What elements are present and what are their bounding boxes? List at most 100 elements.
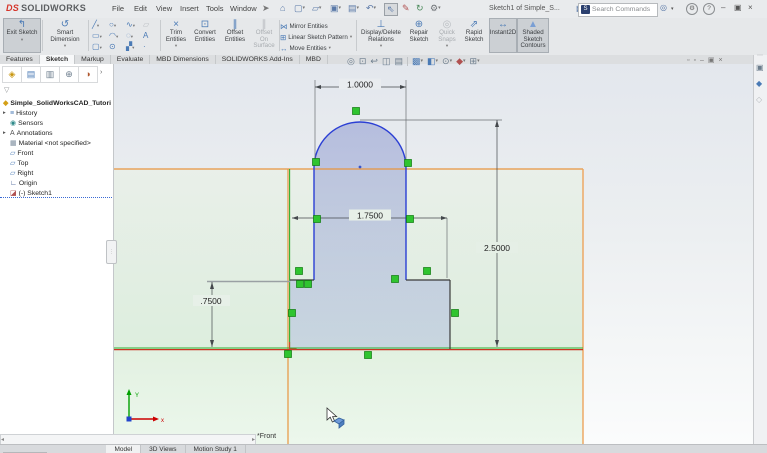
relation-marker[interactable]: [305, 281, 312, 288]
tree-item-top-plane[interactable]: ▱ Top: [3, 158, 118, 168]
view-orientation-cube-icon[interactable]: ▩▾: [412, 56, 423, 67]
home-icon[interactable]: ⌂: [280, 3, 285, 13]
display-delete-relations-button[interactable]: ⊥ Display/Delete Relations▾: [359, 19, 403, 52]
dim-value-right-height[interactable]: 2.5000: [484, 243, 510, 253]
search-caret-icon[interactable]: ▾: [671, 6, 674, 12]
edit-appearance-icon[interactable]: ◆▾: [456, 56, 465, 67]
spline-tool-icon[interactable]: ∿▾: [126, 20, 135, 30]
slot-tool-icon[interactable]: ▢▾: [92, 42, 102, 52]
tree-item-front-plane[interactable]: ▱ Front: [3, 148, 118, 158]
graphics-area[interactable]: 1.0000 2.5000 1.7500: [113, 64, 753, 444]
bottom-tab-motion-study[interactable]: Motion Study 1: [186, 445, 246, 453]
polygon-tool-icon[interactable]: ⊙: [109, 42, 116, 52]
relation-marker[interactable]: [313, 159, 320, 166]
menu-tools[interactable]: Tools: [206, 4, 224, 13]
display-style-icon[interactable]: ◧▾: [427, 56, 438, 67]
expander-icon[interactable]: ▸: [3, 110, 8, 116]
previous-view-icon[interactable]: ↩: [370, 56, 378, 67]
tree-item-right-plane[interactable]: ▱ Right: [3, 168, 118, 178]
tab-features[interactable]: Features: [0, 55, 40, 64]
menu-view[interactable]: View: [156, 4, 172, 13]
restore-button[interactable]: ▣: [734, 3, 742, 12]
search-magnifier-icon[interactable]: ◎: [660, 3, 667, 12]
doc-close-icon[interactable]: ×: [719, 57, 727, 64]
tree-item-annotations[interactable]: ▸ A Annotations: [3, 128, 111, 138]
linear-sketch-pattern-button[interactable]: ⊞ Linear Sketch Pattern▾: [280, 32, 352, 42]
smart-dimension-button[interactable]: ↺ Smart Dimension▾: [45, 19, 85, 52]
search-commands-box[interactable]: S Search Commands: [578, 3, 658, 17]
hide-show-items-icon[interactable]: ⊙▾: [442, 56, 452, 67]
relation-marker[interactable]: [353, 108, 360, 115]
circle-tool-icon[interactable]: ○▾: [109, 20, 116, 30]
doc-restore-icon[interactable]: ▣: [708, 57, 719, 64]
menu-window[interactable]: Window: [230, 4, 257, 13]
relation-marker[interactable]: [405, 160, 412, 167]
annotation-views-icon[interactable]: ▤: [394, 56, 403, 67]
pin-menu-icon[interactable]: ➤: [262, 3, 270, 14]
bottom-tab-model[interactable]: Model: [106, 445, 141, 453]
menu-file[interactable]: File: [112, 4, 124, 13]
undo-icon[interactable]: ↶▾: [366, 3, 376, 14]
custom-properties-icon[interactable]: ◆: [756, 79, 762, 88]
displaymanager-tab[interactable]: ◑: [78, 66, 98, 83]
relation-marker[interactable]: [314, 216, 321, 223]
instant2d-button[interactable]: ↔ Instant2D: [489, 18, 517, 53]
relation-marker[interactable]: [297, 281, 304, 288]
relation-marker[interactable]: [365, 352, 372, 359]
scroll-right-icon[interactable]: ▸: [252, 436, 255, 443]
point-tool-icon[interactable]: ·: [143, 42, 146, 52]
panel-expand-chevron-icon[interactable]: ›: [100, 69, 102, 76]
tree-item-material[interactable]: ▦ Material <not specified>: [3, 138, 118, 148]
tree-item-sensors[interactable]: ◉ Sensors: [3, 118, 118, 128]
help-circle-icon[interactable]: ?: [703, 3, 715, 15]
tree-item-origin[interactable]: ∟ Origin: [3, 178, 118, 188]
fillet-tool-icon[interactable]: ▞▾: [126, 42, 134, 52]
menu-edit[interactable]: Edit: [134, 4, 147, 13]
taskpane-grip-icon[interactable]: ⋯: [757, 52, 763, 59]
configurationmanager-tab[interactable]: ▥: [40, 66, 60, 83]
propertymanager-tab[interactable]: ▤: [21, 66, 41, 83]
zoom-area-icon[interactable]: ⊡: [359, 56, 367, 67]
relation-marker[interactable]: [285, 351, 292, 358]
rectangle-tool-icon[interactable]: ▭▾: [92, 31, 102, 41]
relation-marker[interactable]: [407, 216, 414, 223]
repair-sketch-button[interactable]: ⊕ Repair Sketch: [406, 19, 432, 52]
open-file-icon[interactable]: ▱▾: [312, 3, 321, 14]
save-icon[interactable]: ▣▾: [330, 3, 341, 14]
tab-sketch[interactable]: Sketch: [40, 55, 75, 64]
tab-mbd-dimensions[interactable]: MBD Dimensions: [150, 55, 216, 64]
dim-value-top-width[interactable]: 1.0000: [347, 80, 373, 90]
relation-marker[interactable]: [424, 268, 431, 275]
expander-icon[interactable]: ▸: [3, 130, 8, 136]
shaded-sketch-contours-button[interactable]: ▲ Shaded Sketch Contours: [517, 18, 549, 53]
bottom-tab-3d-views[interactable]: 3D Views: [141, 445, 185, 453]
relation-marker[interactable]: [452, 310, 459, 317]
relation-marker[interactable]: [289, 310, 296, 317]
menu-insert[interactable]: Insert: [180, 4, 199, 13]
tab-markup[interactable]: Markup: [75, 55, 111, 64]
new-file-icon[interactable]: ▢▾: [294, 3, 305, 14]
zoom-fit-icon[interactable]: ◎: [347, 56, 355, 67]
offset-entities-button[interactable]: ∥ Offset Entities: [221, 19, 249, 52]
tree-root-item[interactable]: ◆ Simple_SolidWorksCAD_Tutorial_Sketchi: [3, 98, 111, 108]
tab-mbd[interactable]: MBD: [300, 55, 328, 64]
settings-circle-icon[interactable]: ⚙: [686, 3, 698, 15]
section-view-icon[interactable]: ◫: [382, 56, 391, 67]
rollback-bar[interactable]: [0, 197, 112, 198]
mirror-entities-button[interactable]: ⋈ Mirror Entities: [280, 21, 328, 31]
move-entities-button[interactable]: ↔ Move Entities▾: [280, 43, 331, 53]
featuremanager-tab[interactable]: ◈: [2, 66, 22, 83]
options-gear-icon[interactable]: ⚙▾: [430, 3, 441, 14]
arc-center-point[interactable]: [359, 166, 362, 169]
ellipse-tool-icon[interactable]: ◌▾: [126, 31, 133, 41]
close-button[interactable]: ×: [748, 3, 753, 12]
convert-entities-button[interactable]: ⊡ Convert Entities: [191, 19, 219, 52]
view-settings-icon[interactable]: ⊞▾: [470, 56, 480, 67]
relation-marker[interactable]: [392, 276, 399, 283]
sketch-edit-icon[interactable]: ✎: [402, 3, 410, 14]
text-tool-icon[interactable]: A: [143, 31, 148, 41]
relation-marker[interactable]: [296, 268, 303, 275]
minimize-button[interactable]: –: [721, 3, 725, 12]
model-face-lower[interactable]: [113, 349, 583, 444]
scroll-left-icon[interactable]: ◂: [1, 436, 4, 443]
